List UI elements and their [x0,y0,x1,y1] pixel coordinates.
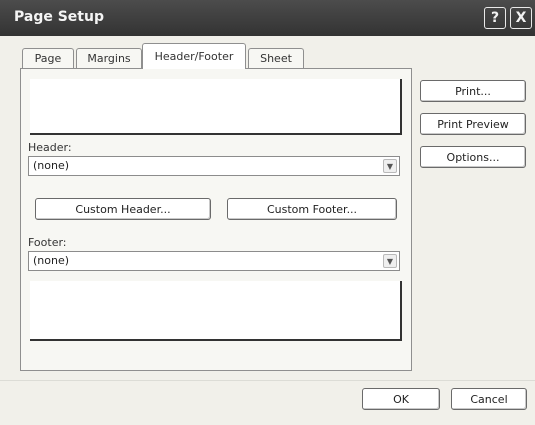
close-button[interactable]: X [510,7,532,29]
custom-footer-button[interactable]: Custom Footer... [227,198,397,220]
custom-header-button-label: Custom Header... [75,202,171,216]
cancel-button[interactable]: Cancel [451,388,527,410]
footer-label: Footer: [28,236,67,249]
page-setup-dialog: Page Setup ? X Page Margins Header/Foote… [0,0,535,425]
tab-label: Sheet [260,52,292,65]
custom-header-button[interactable]: Custom Header... [35,198,211,220]
header-select[interactable]: (none) ▼ [28,156,400,176]
header-select-value: (none) [33,159,70,172]
tab-header-footer[interactable]: Header/Footer [142,43,246,69]
options-button-label: Options... [446,150,500,164]
ok-button-label: OK [393,392,409,406]
tab-sheet[interactable]: Sheet [248,48,304,68]
tab-page[interactable]: Page [22,48,74,68]
tab-label: Page [34,52,62,65]
ok-button[interactable]: OK [362,388,440,410]
options-button[interactable]: Options... [420,146,526,168]
print-button[interactable]: Print... [420,80,526,102]
dialog-title: Page Setup [14,9,104,25]
tab-label: Margins [87,52,131,65]
chevron-down-icon[interactable]: ▼ [383,254,397,268]
help-icon: ? [490,10,500,26]
close-icon: X [515,10,527,26]
header-footer-panel: Header: (none) ▼ Custom Header... Custom… [20,68,412,371]
header-preview [30,79,402,135]
tab-label: Header/Footer [154,50,234,63]
bottom-separator [0,380,535,381]
footer-select[interactable]: (none) ▼ [28,251,400,271]
print-preview-button[interactable]: Print Preview [420,113,526,135]
footer-select-value: (none) [33,254,70,267]
tab-margins[interactable]: Margins [76,48,142,68]
cancel-button-label: Cancel [470,392,508,406]
help-button[interactable]: ? [484,7,506,29]
chevron-down-icon[interactable]: ▼ [383,159,397,173]
print-button-label: Print... [455,84,491,98]
custom-footer-button-label: Custom Footer... [266,202,358,216]
header-label: Header: [28,141,72,154]
print-preview-button-label: Print Preview [437,117,509,131]
title-bar[interactable]: Page Setup ? X [0,0,535,36]
footer-preview [30,281,402,341]
